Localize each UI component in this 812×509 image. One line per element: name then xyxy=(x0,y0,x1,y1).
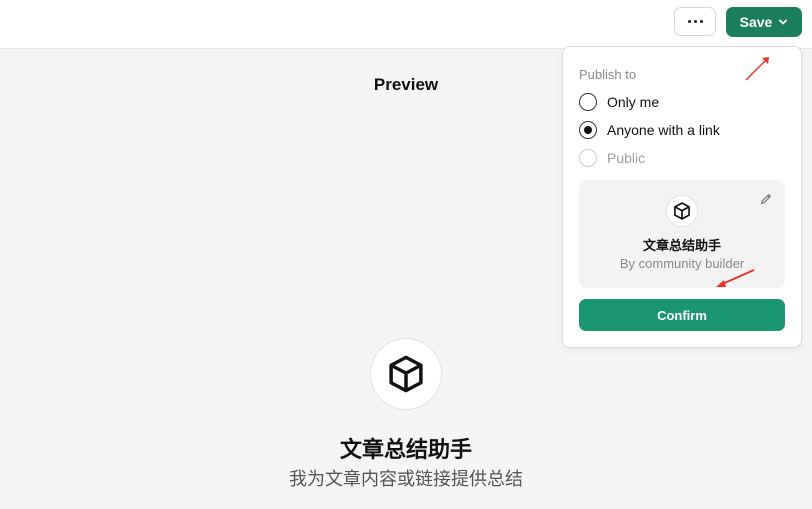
gpt-avatar xyxy=(370,338,442,410)
more-options-button[interactable] xyxy=(674,7,716,36)
radio-label: Public xyxy=(607,150,646,166)
card-title: 文章总结助手 xyxy=(642,238,721,253)
radio-button-disabled xyxy=(579,149,597,167)
chevron-down-icon xyxy=(779,19,788,25)
cube-icon xyxy=(674,202,690,220)
gpt-card: 文章总结助手 By community builder xyxy=(579,180,785,288)
pencil-icon[interactable] xyxy=(759,192,773,206)
save-button-label: Save xyxy=(739,14,773,30)
radio-label: Only me xyxy=(607,94,660,110)
top-bar: Save xyxy=(0,0,812,49)
save-button[interactable]: Save xyxy=(726,7,802,37)
radio-only-me[interactable]: Only me xyxy=(579,93,659,111)
card-avatar xyxy=(666,195,698,227)
radio-button-checked[interactable] xyxy=(579,121,597,139)
card-subtitle: By community builder xyxy=(619,256,745,271)
cube-icon xyxy=(389,355,423,393)
gpt-description: 我为文章内容或链接提供总结 xyxy=(289,469,523,489)
publish-to-label: Publish to xyxy=(579,67,637,82)
gpt-name: 文章总结助手 xyxy=(339,437,472,462)
confirm-button[interactable]: Confirm xyxy=(579,299,785,331)
ellipsis-icon xyxy=(687,20,691,23)
radio-label: Anyone with a link xyxy=(607,122,720,138)
radio-anyone-with-link[interactable]: Anyone with a link xyxy=(579,121,720,139)
radio-button[interactable] xyxy=(579,93,597,111)
publish-panel: Publish to Only me Anyone with a link Pu… xyxy=(562,46,802,348)
radio-public: Public xyxy=(579,149,645,167)
